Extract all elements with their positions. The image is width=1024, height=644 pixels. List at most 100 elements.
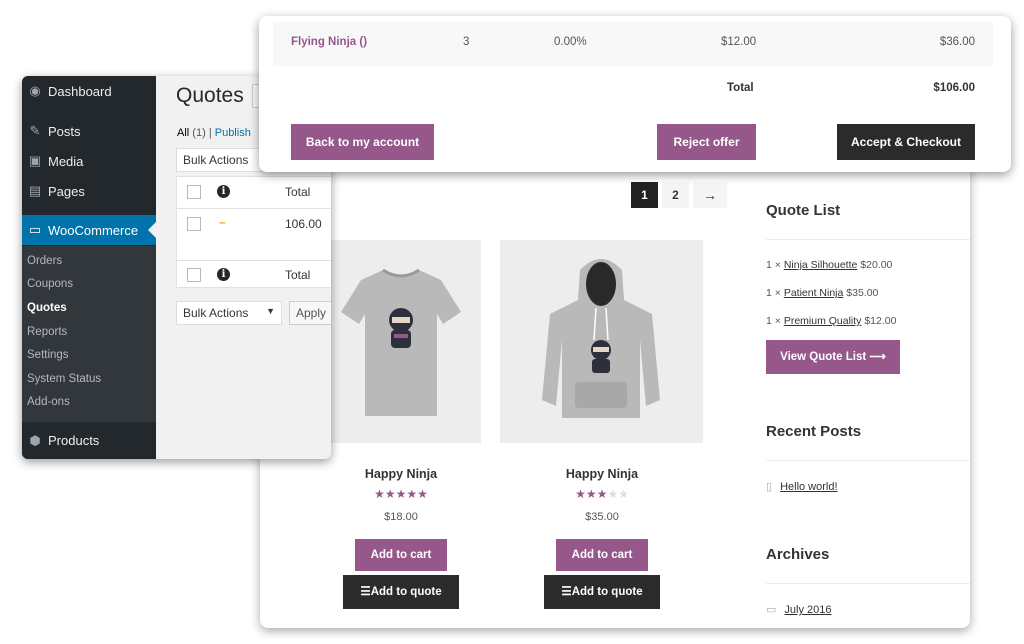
view-all-count: (1): [192, 127, 206, 139]
product-price: $35.00: [585, 511, 619, 523]
document-icon: ▯: [766, 481, 773, 493]
pages-icon: ▤: [28, 183, 42, 198]
view-published-link[interactable]: Publish: [215, 127, 251, 139]
pagination: 1 2 →: [631, 182, 727, 208]
menu-label: Dashboard: [48, 83, 112, 99]
recent-post-link[interactable]: Hello world!: [780, 481, 837, 493]
screenshot-stage: 1 2 → Happy Ninja ★★★★★ $18.00 Add to ca…: [0, 0, 1024, 644]
total-label: Total: [727, 82, 754, 94]
submenu-item-coupons[interactable]: Coupons: [27, 278, 73, 290]
item-qty: 1 ×: [766, 287, 781, 299]
accept-checkout-button[interactable]: Accept & Checkout: [837, 124, 975, 160]
archives-title: Archives: [766, 546, 830, 563]
next-page-arrow-icon[interactable]: →: [693, 182, 727, 208]
line-subtotal: $36.00: [939, 36, 975, 48]
list-icon: ☰: [561, 586, 572, 598]
menu-item-pages[interactable]: ▤ Pages: [22, 176, 156, 206]
media-icon: ▣: [28, 153, 42, 168]
menu-label: Posts: [48, 123, 81, 139]
view-separator: |: [208, 127, 212, 139]
menu-label: Pages: [48, 183, 85, 199]
add-to-quote-button[interactable]: ☰Add to quote: [343, 575, 459, 609]
menu-label: WooCommerce: [48, 222, 139, 238]
add-to-cart-button[interactable]: Add to cart: [556, 539, 648, 571]
submenu-item-orders[interactable]: Orders: [27, 255, 62, 267]
recent-post-item: ▯ Hello world!: [766, 480, 838, 493]
select-all-checkbox[interactable]: [187, 185, 201, 199]
info-icon: i: [217, 185, 230, 198]
table-header: i Total: [177, 177, 331, 209]
quote-list-item: 1 × Ninja Silhouette $20.00: [766, 259, 892, 271]
line-quantity: 3: [463, 36, 470, 48]
quote-status: –: [219, 215, 226, 229]
admin-menu: ◉ Dashboard ✎ Posts ▣ Media ▤ Pages ▭ WooComm…: [22, 76, 156, 459]
star-rating-icon: ★★★★★: [374, 487, 428, 501]
quotes-table: i Total – 106.00 i Total: [176, 176, 331, 288]
product-card: Happy Ninja ★★★★★ $18.00 Add to cart ☰Ad…: [321, 240, 481, 609]
view-quote-list-label: View Quote List: [780, 351, 867, 363]
menu-item-dashboard[interactable]: ◉ Dashboard: [22, 76, 156, 106]
quote-line-item: Flying Ninja () 3 0.00% $12.00 $36.00: [273, 22, 993, 66]
apply-button[interactable]: Apply: [289, 301, 331, 325]
submenu-item-settings[interactable]: Settings: [27, 349, 69, 361]
quote-list-item: 1 × Premium Quality $12.00: [766, 315, 896, 327]
table-footer: i Total: [177, 261, 331, 289]
menu-item-posts[interactable]: ✎ Posts: [22, 116, 156, 146]
divider: [766, 239, 970, 240]
page-title: Quotes: [176, 84, 244, 107]
menu-item-woocommerce[interactable]: ▭ WooCommerce: [22, 215, 156, 245]
quote-list-item: 1 × Patient Ninja $35.00: [766, 287, 878, 299]
woocommerce-icon: ▭: [28, 222, 42, 237]
total-value: $106.00: [933, 82, 975, 94]
folder-icon: ▭: [766, 604, 777, 616]
pin-icon: ✎: [29, 123, 41, 138]
submenu-item-quotes[interactable]: Quotes: [27, 302, 67, 314]
product-title[interactable]: Happy Ninja: [321, 467, 481, 481]
divider: [766, 460, 970, 461]
woocommerce-submenu: Orders Coupons Quotes Reports Settings S…: [22, 246, 156, 422]
item-link[interactable]: Ninja Silhouette: [784, 259, 858, 271]
submenu-item-system-status[interactable]: System Status: [27, 373, 101, 385]
shop-sidebar: Quote List 1 × Ninja Silhouette $20.00 1…: [766, 150, 970, 628]
item-link[interactable]: Patient Ninja: [784, 287, 844, 299]
menu-item-media[interactable]: ▣ Media: [22, 146, 156, 176]
row-checkbox[interactable]: [187, 217, 201, 231]
archive-item: ▭ July 2016: [766, 603, 832, 616]
line-price: $12.00: [721, 36, 757, 48]
bulk-actions-label: Bulk Actions: [183, 306, 249, 320]
shop-page-panel: 1 2 → Happy Ninja ★★★★★ $18.00 Add to ca…: [260, 150, 970, 628]
view-all-link[interactable]: All: [177, 127, 189, 139]
column-header-total[interactable]: Total: [285, 185, 310, 199]
product-image-tshirt[interactable]: [321, 240, 481, 443]
page-1-link[interactable]: 1: [631, 182, 658, 208]
divider: [766, 583, 970, 584]
item-qty: 1 ×: [766, 259, 781, 271]
add-to-cart-button[interactable]: Add to cart: [355, 539, 447, 571]
product-image-hoodie[interactable]: [500, 240, 703, 443]
list-icon: ☰: [360, 586, 371, 598]
back-to-account-button[interactable]: Back to my account: [291, 124, 434, 160]
bulk-actions-select-bottom[interactable]: Bulk Actions ▼: [176, 301, 282, 325]
select-all-checkbox[interactable]: [187, 268, 201, 282]
arrow-right-icon: ⟶: [869, 351, 886, 363]
quote-list-title: Quote List: [766, 202, 841, 219]
archive-link[interactable]: July 2016: [784, 604, 831, 616]
line-product-link[interactable]: Flying Ninja (): [291, 36, 367, 48]
product-price: $18.00: [384, 511, 418, 523]
submenu-item-add-ons[interactable]: Add-ons: [27, 396, 70, 408]
item-price: $20.00: [860, 259, 893, 271]
table-row: – 106.00: [177, 209, 331, 259]
submenu-item-reports[interactable]: Reports: [27, 326, 67, 338]
column-footer-total[interactable]: Total: [285, 268, 310, 282]
reject-offer-button[interactable]: Reject offer: [657, 124, 756, 160]
page-2-link[interactable]: 2: [662, 182, 689, 208]
product-title[interactable]: Happy Ninja: [522, 467, 682, 481]
dashboard-icon: ◉: [29, 83, 41, 98]
item-link[interactable]: Premium Quality: [784, 315, 862, 327]
row-total: 106.00: [285, 217, 322, 231]
bulk-actions-label: Bulk Actions: [183, 153, 249, 167]
item-qty: 1 ×: [766, 315, 781, 327]
view-quote-list-button[interactable]: View Quote List ⟶: [766, 340, 900, 374]
add-to-quote-button[interactable]: ☰Add to quote: [544, 575, 660, 609]
menu-item-products[interactable]: ⬢ Products: [22, 422, 156, 459]
